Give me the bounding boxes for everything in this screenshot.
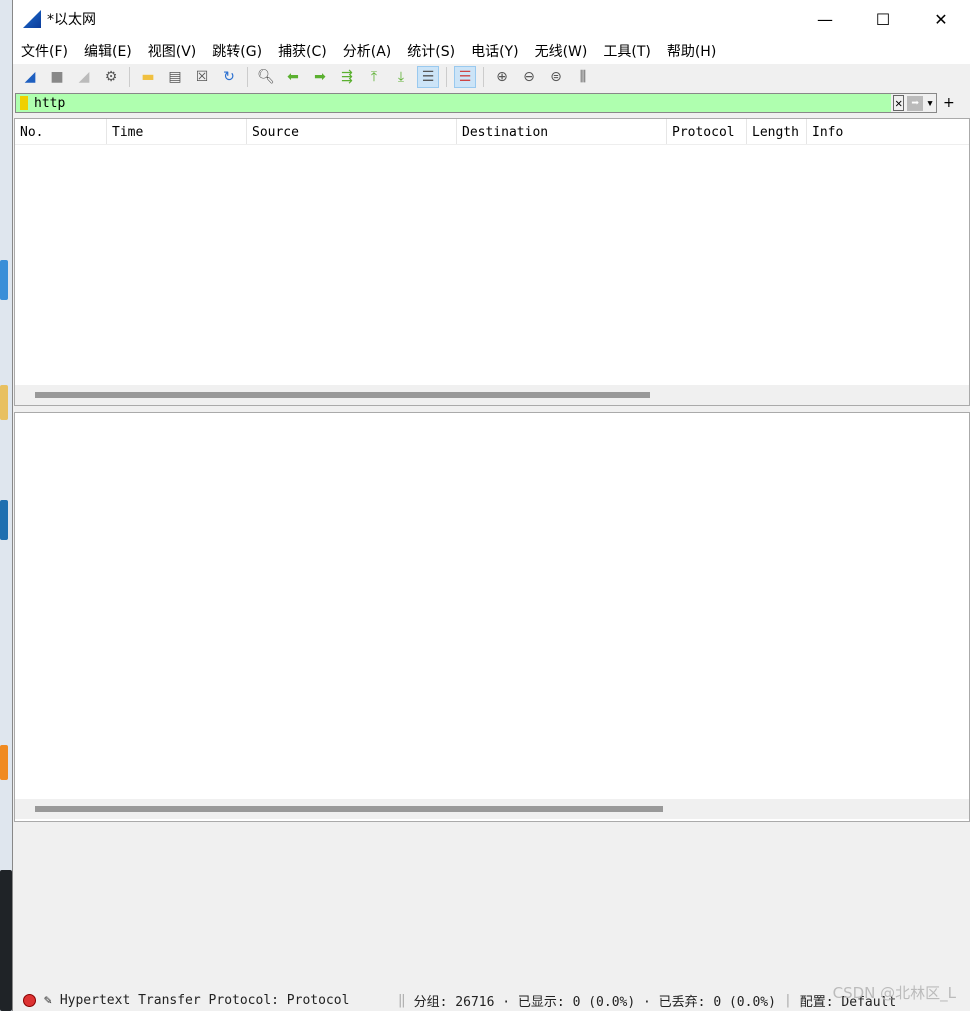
status-bar: ✎ Hypertext Transfer Protocol: Protocol … (13, 989, 970, 1011)
go-forward-icon[interactable]: ➡ (309, 66, 331, 88)
last-packet-icon[interactable]: ⤓ (390, 66, 412, 88)
packet-details-scrollbar[interactable] (15, 799, 969, 819)
maximize-button[interactable]: ☐ (854, 10, 912, 29)
add-filter-button[interactable]: + (943, 95, 955, 111)
menu-telephony[interactable]: 电话(Y) (471, 41, 518, 61)
menu-bar: 文件(F) 编辑(E) 视图(V) 跳转(G) 捕获(C) 分析(A) 统计(S… (13, 38, 970, 64)
packet-list-header: No. Time Source Destination Protocol Len… (15, 119, 969, 145)
close-file-icon[interactable]: ☒ (191, 66, 213, 88)
wireshark-window: *以太网 — ☐ ✕ 文件(F) 编辑(E) 视图(V) 跳转(G) 捕获(C)… (12, 0, 970, 1011)
clear-filter-icon[interactable]: ✕ (893, 95, 905, 111)
colorize-icon[interactable]: ☰ (454, 66, 476, 88)
column-no[interactable]: No. (15, 119, 107, 144)
minimize-button[interactable]: — (796, 10, 854, 29)
restart-capture-icon[interactable]: ◢ (73, 66, 95, 88)
column-protocol[interactable]: Protocol (667, 119, 747, 144)
menu-statistics[interactable]: 统计(S) (407, 41, 455, 61)
watermark: CSDN @北林区_L (832, 984, 956, 1002)
column-source[interactable]: Source (247, 119, 457, 144)
open-file-icon[interactable]: ▬ (137, 66, 159, 88)
go-back-icon[interactable]: ⬅ (282, 66, 304, 88)
stop-capture-icon[interactable]: ■ (46, 66, 68, 88)
expert-info-icon[interactable] (23, 993, 36, 1007)
packet-list-pane: No. Time Source Destination Protocol Len… (14, 118, 970, 406)
go-to-packet-icon[interactable]: ⇶ (336, 66, 358, 88)
menu-file[interactable]: 文件(F) (21, 41, 68, 61)
menu-go[interactable]: 跳转(G) (212, 41, 262, 61)
apply-filter-icon[interactable]: ➡ (907, 95, 924, 111)
menu-analyze[interactable]: 分析(A) (343, 41, 392, 61)
menu-view[interactable]: 视图(V) (148, 41, 197, 61)
save-file-icon[interactable]: ▤ (164, 66, 186, 88)
packet-details-pane (14, 412, 970, 822)
status-packets: 分组: 26716 · 已显示: 0 (0.0%) · 已丢弃: 0 (0.0%… (413, 994, 776, 1010)
capture-options-icon[interactable]: ⚙ (100, 66, 122, 88)
filter-dropdown-icon[interactable]: ▾ (926, 96, 934, 111)
first-packet-icon[interactable]: ⤒ (363, 66, 385, 88)
zoom-in-icon[interactable]: ⊕ (491, 66, 513, 88)
autoscroll-icon[interactable]: ☰ (417, 66, 439, 88)
close-button[interactable]: ✕ (912, 10, 970, 29)
bookmark-icon[interactable] (20, 96, 28, 110)
column-length[interactable]: Length (747, 119, 807, 144)
display-filter-input[interactable]: http ✕ ➡ ▾ (15, 93, 937, 113)
menu-tools[interactable]: 工具(T) (603, 41, 650, 61)
packet-list-scrollbar[interactable] (15, 385, 969, 405)
zoom-out-icon[interactable]: ⊖ (518, 66, 540, 88)
find-packet-icon[interactable]: 🔍︎ (255, 66, 277, 88)
main-toolbar: ◢ ■ ◢ ⚙ ▬ ▤ ☒ ↻ 🔍︎ ⬅ ➡ ⇶ ⤒ ⤓ ☰ ☰ ⊕ ⊖ ⊜ ⫼ (13, 64, 970, 90)
column-time[interactable]: Time (107, 119, 247, 144)
column-destination[interactable]: Destination (457, 119, 667, 144)
desktop-edge (0, 0, 12, 1011)
wireshark-logo-icon (23, 10, 41, 28)
edit-comment-icon[interactable]: ✎ (44, 993, 52, 1008)
menu-capture[interactable]: 捕获(C) (278, 41, 327, 61)
menu-edit[interactable]: 编辑(E) (84, 41, 132, 61)
column-info[interactable]: Info (807, 119, 969, 144)
window-title: *以太网 (47, 12, 96, 28)
status-field: Hypertext Transfer Protocol: Protocol (59, 992, 350, 1008)
reload-file-icon[interactable]: ↻ (218, 66, 240, 88)
title-bar: *以太网 — ☐ ✕ (13, 0, 970, 38)
display-filter-bar: http ✕ ➡ ▾ + (15, 92, 970, 114)
menu-help[interactable]: 帮助(H) (667, 41, 716, 61)
filter-value[interactable]: http (34, 96, 65, 111)
menu-wireless[interactable]: 无线(W) (535, 41, 588, 61)
resize-columns-icon[interactable]: ⫼ (572, 66, 594, 88)
start-capture-icon[interactable]: ◢ (19, 66, 41, 88)
normal-size-icon[interactable]: ⊜ (545, 66, 567, 88)
